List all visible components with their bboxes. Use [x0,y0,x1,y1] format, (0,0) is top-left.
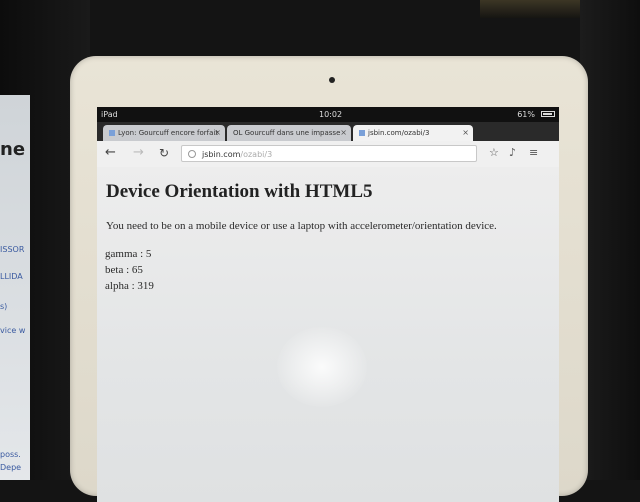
ipad-screen: iPad 10:02 61% Lyon: Gourcuff encore for… [97,107,559,502]
beta-readout: beta : 65 [105,264,143,276]
tab-label: Lyon: Gourcuff encore forfait [118,129,219,137]
close-tab-icon[interactable]: × [340,128,347,137]
tab-label: jsbin.com/ozabi/3 [368,129,430,137]
laptop-text: ISSOR [0,245,25,254]
battery-percent: 61% [517,110,535,119]
laptop-text: poss. [0,450,21,459]
favicon-icon [359,130,365,136]
intro-text: You need to be on a mobile device or use… [106,220,497,232]
tab-label: OL Gourcuff dans une impasse [233,129,341,137]
web-page: Device Orientation with HTML5 You need t… [97,167,559,502]
laptop-screen: ne . ISSOR LLIDA s) vice w poss. Depe [0,95,30,480]
background-right [580,0,640,480]
clock: 10:02 [319,110,343,119]
laptop-text: LLIDA [0,272,23,281]
tab-jsbin[interactable]: jsbin.com/ozabi/3 × [353,125,473,141]
page-title: Device Orientation with HTML5 [106,181,373,202]
status-bar: iPad 10:02 61% [97,107,559,122]
tab-gourcuff[interactable]: OL Gourcuff dans une impasse × [227,125,351,141]
menu-icon[interactable]: ≡ [529,147,538,159]
tab-strip: Lyon: Gourcuff encore forfait × OL Gourc… [97,122,559,151]
laptop-text: s) [0,302,8,311]
laptop-text: ne . [0,139,30,160]
url-path: /ozabi/3 [240,150,273,159]
laptop-text: vice w [0,326,26,335]
address-bar[interactable]: jsbin.com/ozabi/3 [181,145,477,162]
camera-icon [329,77,335,83]
star-icon[interactable]: ☆ [489,147,499,159]
microphone-icon[interactable]: ♪ [509,147,516,159]
battery-icon [541,111,555,117]
page-icon [188,150,196,158]
url-host: jsbin.com [202,150,241,159]
tab-lyon[interactable]: Lyon: Gourcuff encore forfait × [103,125,225,141]
light-glare [277,327,367,407]
carrier-label: iPad [101,110,118,119]
browser-toolbar: ← → ↻ jsbin.com/ozabi/3 ☆ ♪ ≡ [97,141,559,168]
laptop-text: Depe [0,463,22,472]
alpha-readout: alpha : 319 [105,280,154,292]
close-tab-icon[interactable]: × [214,128,221,137]
ipad-body: iPad 10:02 61% Lyon: Gourcuff encore for… [70,56,588,502]
forward-arrow-icon[interactable]: → [133,146,144,160]
back-arrow-icon[interactable]: ← [105,146,116,160]
reload-icon[interactable]: ↻ [159,146,169,160]
favicon-icon [109,130,115,136]
gamma-readout: gamma : 5 [105,248,152,260]
close-tab-icon[interactable]: × [462,128,469,137]
